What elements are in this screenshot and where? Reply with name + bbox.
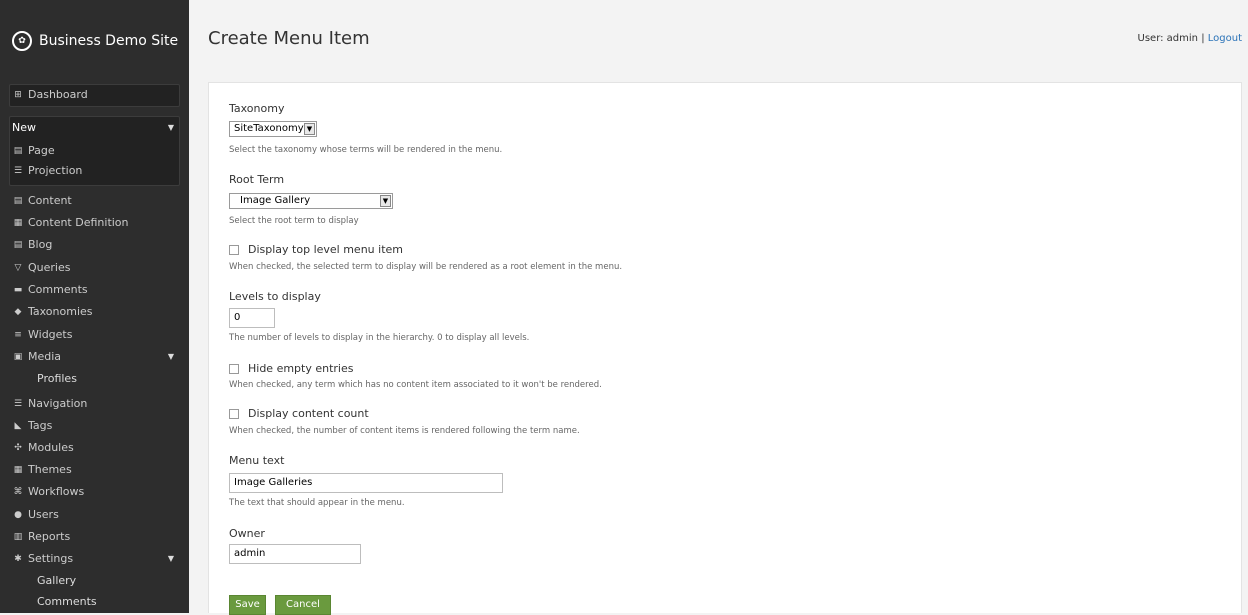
hide-empty-checkbox[interactable] <box>229 364 239 374</box>
blog-icon: ▤ <box>13 240 23 250</box>
menu-text-hint: The text that should appear in the menu. <box>229 498 405 508</box>
root-term-label: Root Term <box>229 173 285 186</box>
owner-label: Owner <box>229 527 265 540</box>
taxonomy-label: Taxonomy <box>229 102 285 115</box>
modules-icon: ✣ <box>14 443 22 453</box>
navigation-icon: ☰ <box>13 399 23 409</box>
page-icon: ▤ <box>13 146 23 156</box>
widgets-icon: ≡ <box>14 330 22 340</box>
media-icon: ▣ <box>13 352 23 362</box>
sidebar-item-comments[interactable]: ▬ Comments <box>12 280 88 300</box>
hide-empty-hint: When checked, any term which has no cont… <box>229 380 602 390</box>
display-top-level-label: Display top level menu item <box>248 243 403 256</box>
site-logo-icon: ✿ <box>12 31 32 51</box>
display-top-level-checkbox[interactable] <box>229 245 239 255</box>
user-icon: ● <box>14 510 22 520</box>
sidebar-item-workflows[interactable]: ⌘ Workflows <box>12 482 85 502</box>
projection-icon: ☰ <box>13 166 23 176</box>
menu-text-input[interactable]: Image Galleries <box>229 473 503 493</box>
sidebar-item-new[interactable]: New ▼ <box>12 118 174 138</box>
site-title-text: Business Demo Site <box>39 33 179 49</box>
tag-icon: ◣ <box>14 421 22 431</box>
sidebar-item-queries[interactable]: ▽ Queries <box>12 258 71 278</box>
chevron-down-icon: ▼ <box>167 554 174 563</box>
sidebar-item-content-definition[interactable]: ▦ Content Definition <box>12 213 129 233</box>
chevron-down-icon: ▼ <box>167 352 174 361</box>
taxonomy-hint: Select the taxonomy whose terms will be … <box>229 145 503 155</box>
content-count-checkbox[interactable] <box>229 409 239 419</box>
themes-icon: ▦ <box>13 465 23 475</box>
levels-hint: The number of levels to display in the h… <box>229 333 530 343</box>
hide-empty-label: Hide empty entries <box>248 362 354 375</box>
taxonomy-select[interactable]: SiteTaxonomy ▼ <box>229 121 317 137</box>
levels-label: Levels to display <box>229 290 321 303</box>
owner-input[interactable]: admin <box>229 544 361 564</box>
sidebar-item-gallery[interactable]: Gallery <box>37 571 76 591</box>
site-title[interactable]: ✿ Business Demo Site <box>12 28 178 54</box>
sidebar-item-settings[interactable]: ✱ Settings ▼ <box>12 549 174 569</box>
root-term-hint: Select the root term to display <box>229 216 359 226</box>
sidebar-item-page[interactable]: ▤ Page <box>12 141 55 161</box>
workflows-icon: ⌘ <box>13 487 23 497</box>
sidebar-item-dashboard[interactable]: ⊞ Dashboard <box>12 85 87 105</box>
root-term-select[interactable]: Image Gallery ▼ <box>229 193 393 209</box>
sidebar-item-profiles[interactable]: Profiles <box>37 369 77 389</box>
sidebar-item-media[interactable]: ▣ Media ▼ <box>12 347 174 367</box>
sidebar-item-projection[interactable]: ☰ Projection <box>12 161 82 181</box>
sidebar-item-reports[interactable]: ▥ Reports <box>12 527 70 547</box>
content-count-hint: When checked, the number of content item… <box>229 426 580 436</box>
sidebar-item-modules[interactable]: ✣ Modules <box>12 438 74 458</box>
sidebar-item-taxonomies[interactable]: ◆ Taxonomies <box>12 302 93 322</box>
sidebar-item-navigation[interactable]: ☰ Navigation <box>12 394 87 414</box>
sidebar-item-widgets[interactable]: ≡ Widgets <box>12 325 72 345</box>
display-top-level-hint: When checked, the selected term to displ… <box>229 262 623 272</box>
logout-link[interactable]: Logout <box>1208 33 1242 44</box>
content-definition-icon: ▦ <box>13 218 23 228</box>
cancel-button[interactable]: Cancel <box>275 595 331 615</box>
save-button[interactable]: Save <box>229 595 266 615</box>
sidebar: ✿ Business Demo Site ⊞ Dashboard New ▼ ▤ P… <box>0 0 189 613</box>
dropdown-arrow-icon: ▼ <box>380 195 391 207</box>
form-panel <box>208 82 1242 613</box>
gear-icon: ✱ <box>14 554 22 564</box>
taxonomy-select-value: SiteTaxonomy <box>234 123 304 134</box>
user-label: User: admin | <box>1137 33 1208 44</box>
levels-input[interactable]: 0 <box>229 308 275 328</box>
dropdown-arrow-icon: ▼ <box>304 123 315 135</box>
user-info: User: admin | Logout <box>1138 33 1242 44</box>
reports-icon: ▥ <box>13 532 23 542</box>
sidebar-item-content[interactable]: ▤ Content <box>12 191 72 211</box>
sidebar-item-users[interactable]: ● Users <box>12 505 59 525</box>
page-title: Create Menu Item <box>208 28 370 49</box>
menu-text-label: Menu text <box>229 454 285 467</box>
content-count-label: Display content count <box>248 407 369 420</box>
sidebar-item-blog[interactable]: ▤ Blog <box>12 235 53 255</box>
sidebar-item-settings-comments[interactable]: Comments <box>37 592 97 612</box>
chevron-down-icon: ▼ <box>167 123 174 132</box>
root-term-select-value: Image Gallery <box>240 195 311 206</box>
sidebar-item-themes[interactable]: ▦ Themes <box>12 460 72 480</box>
content-icon: ▤ <box>13 196 23 206</box>
tags-icon: ◆ <box>14 307 22 317</box>
dashboard-icon: ⊞ <box>14 90 22 100</box>
sidebar-item-tags[interactable]: ◣ Tags <box>12 416 53 436</box>
comment-icon: ▬ <box>13 285 23 295</box>
filter-icon: ▽ <box>14 263 22 273</box>
